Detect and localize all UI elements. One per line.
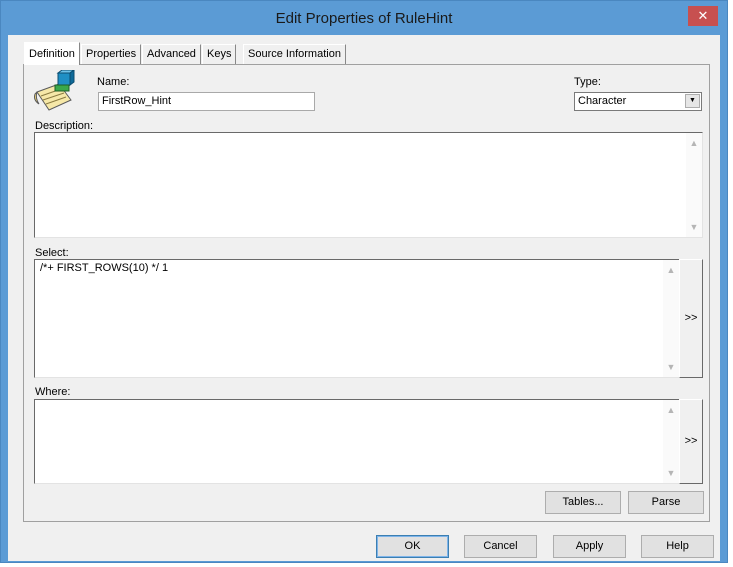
tab-source-information[interactable]: Source Information: [243, 44, 346, 64]
window-title: Edit Properties of RuleHint: [275, 10, 453, 27]
where-label: Where:: [35, 386, 71, 398]
tables-button[interactable]: Tables...: [545, 491, 621, 514]
scroll-down-icon[interactable]: ▼: [663, 465, 679, 481]
name-label: Name:: [97, 76, 130, 88]
where-textarea[interactable]: ▲ ▼: [34, 399, 680, 484]
select-text: /*+ FIRST_ROWS(10) */ 1: [40, 262, 169, 274]
description-textarea[interactable]: ▲ ▼: [34, 132, 703, 238]
type-label: Type:: [574, 76, 601, 88]
scroll-down-icon[interactable]: ▼: [686, 219, 702, 235]
tab-keys[interactable]: Keys: [202, 44, 237, 64]
name-input[interactable]: FirstRow_Hint: [98, 92, 315, 111]
close-button[interactable]: ✕: [688, 6, 718, 26]
scroll-up-icon[interactable]: ▲: [663, 262, 679, 278]
select-scrollbar[interactable]: ▲ ▼: [663, 260, 679, 377]
title-bar: Edit Properties of RuleHint ✕: [1, 1, 727, 35]
rulehint-icon: [31, 69, 77, 114]
type-select[interactable]: Character ▼: [574, 92, 702, 111]
description-scrollbar[interactable]: ▲ ▼: [686, 133, 702, 237]
tab-advanced[interactable]: Advanced: [142, 44, 201, 64]
description-label: Description:: [35, 120, 94, 132]
where-scrollbar[interactable]: ▲ ▼: [663, 400, 679, 483]
scroll-down-icon[interactable]: ▼: [663, 359, 679, 375]
tab-properties[interactable]: Properties: [81, 44, 142, 64]
scroll-up-icon[interactable]: ▲: [663, 402, 679, 418]
ok-button[interactable]: OK: [376, 535, 449, 558]
cancel-button[interactable]: Cancel: [464, 535, 537, 558]
apply-button[interactable]: Apply: [553, 535, 626, 558]
help-button[interactable]: Help: [641, 535, 714, 558]
chevron-down-icon[interactable]: ▼: [685, 94, 700, 108]
where-expand-button[interactable]: >>: [679, 399, 703, 484]
select-expand-button[interactable]: >>: [679, 259, 703, 378]
type-select-value: Character: [578, 95, 627, 107]
tab-definition[interactable]: Definition: [24, 42, 80, 65]
select-label: Select:: [35, 247, 69, 259]
scroll-up-icon[interactable]: ▲: [686, 135, 702, 151]
parse-button[interactable]: Parse: [628, 491, 704, 514]
select-textarea[interactable]: /*+ FIRST_ROWS(10) */ 1 ▲ ▼: [34, 259, 680, 378]
